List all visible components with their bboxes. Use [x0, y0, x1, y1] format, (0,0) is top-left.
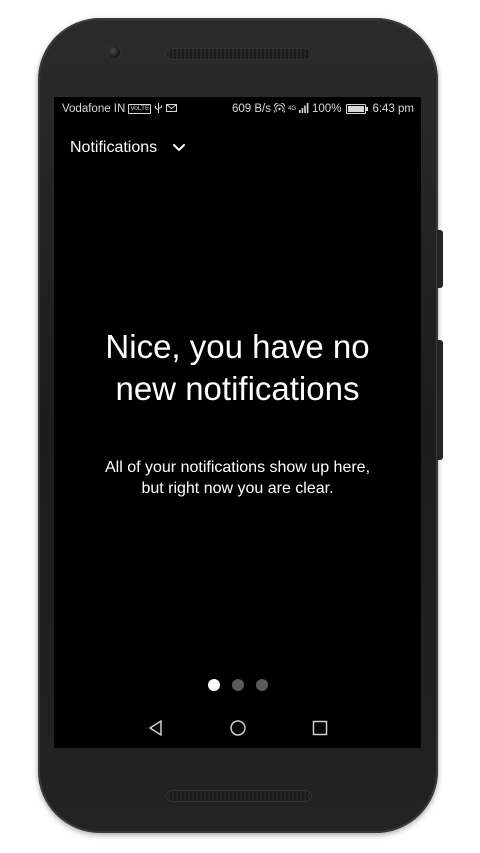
network-speed: 609 B/s: [232, 103, 271, 115]
headline-line-2: new notifications: [115, 370, 360, 407]
header-title: Notifications: [70, 139, 158, 156]
recents-icon[interactable]: [309, 717, 331, 739]
signal-icon: [299, 103, 309, 115]
body-line-1: All of your notifications show up here,: [104, 459, 371, 476]
volte-icon: VoLTE: [128, 104, 152, 114]
status-right: 609 B/s 4G 100% 6:43 pm: [232, 102, 414, 115]
power-button: [437, 230, 443, 288]
body-line-2: but right now you are clear.: [141, 480, 334, 497]
earpiece-speaker: [166, 48, 312, 60]
network-type: 4G: [288, 106, 297, 112]
battery-fill: [348, 106, 365, 112]
hotspot-icon: [273, 102, 286, 115]
gmail-icon: [166, 104, 178, 114]
chevron-down-icon: [173, 144, 186, 152]
battery-icon: [346, 104, 369, 114]
clock: 6:43 pm: [372, 103, 414, 115]
usb-icon: [154, 103, 163, 115]
volume-button: [437, 340, 443, 460]
navigation-bar: [54, 707, 421, 748]
page-dot-1[interactable]: [207, 679, 220, 691]
page-dot-3[interactable]: [255, 679, 268, 691]
status-bar: Vodafone IN VoLTE 609 B/s 4G 100% 6:43 p…: [54, 97, 421, 121]
battery-percent: 100%: [312, 103, 342, 115]
screen: Vodafone IN VoLTE 609 B/s 4G 100% 6:43 p…: [54, 97, 421, 748]
headline-line-1: Nice, you have no: [105, 328, 370, 365]
empty-state-headline: Nice, you have no new notifications: [54, 326, 421, 410]
page-dot-2[interactable]: [231, 679, 244, 691]
front-camera: [108, 46, 120, 58]
home-icon[interactable]: [227, 717, 249, 739]
page-indicator: [54, 679, 421, 691]
empty-state-body: All of your notifications show up here, …: [54, 457, 421, 499]
bottom-speaker: [166, 790, 312, 802]
status-left: Vodafone IN VoLTE: [62, 103, 178, 115]
notifications-dropdown[interactable]: Notifications: [70, 139, 186, 157]
back-icon[interactable]: [145, 717, 167, 739]
carrier-name: Vodafone IN: [62, 103, 126, 115]
